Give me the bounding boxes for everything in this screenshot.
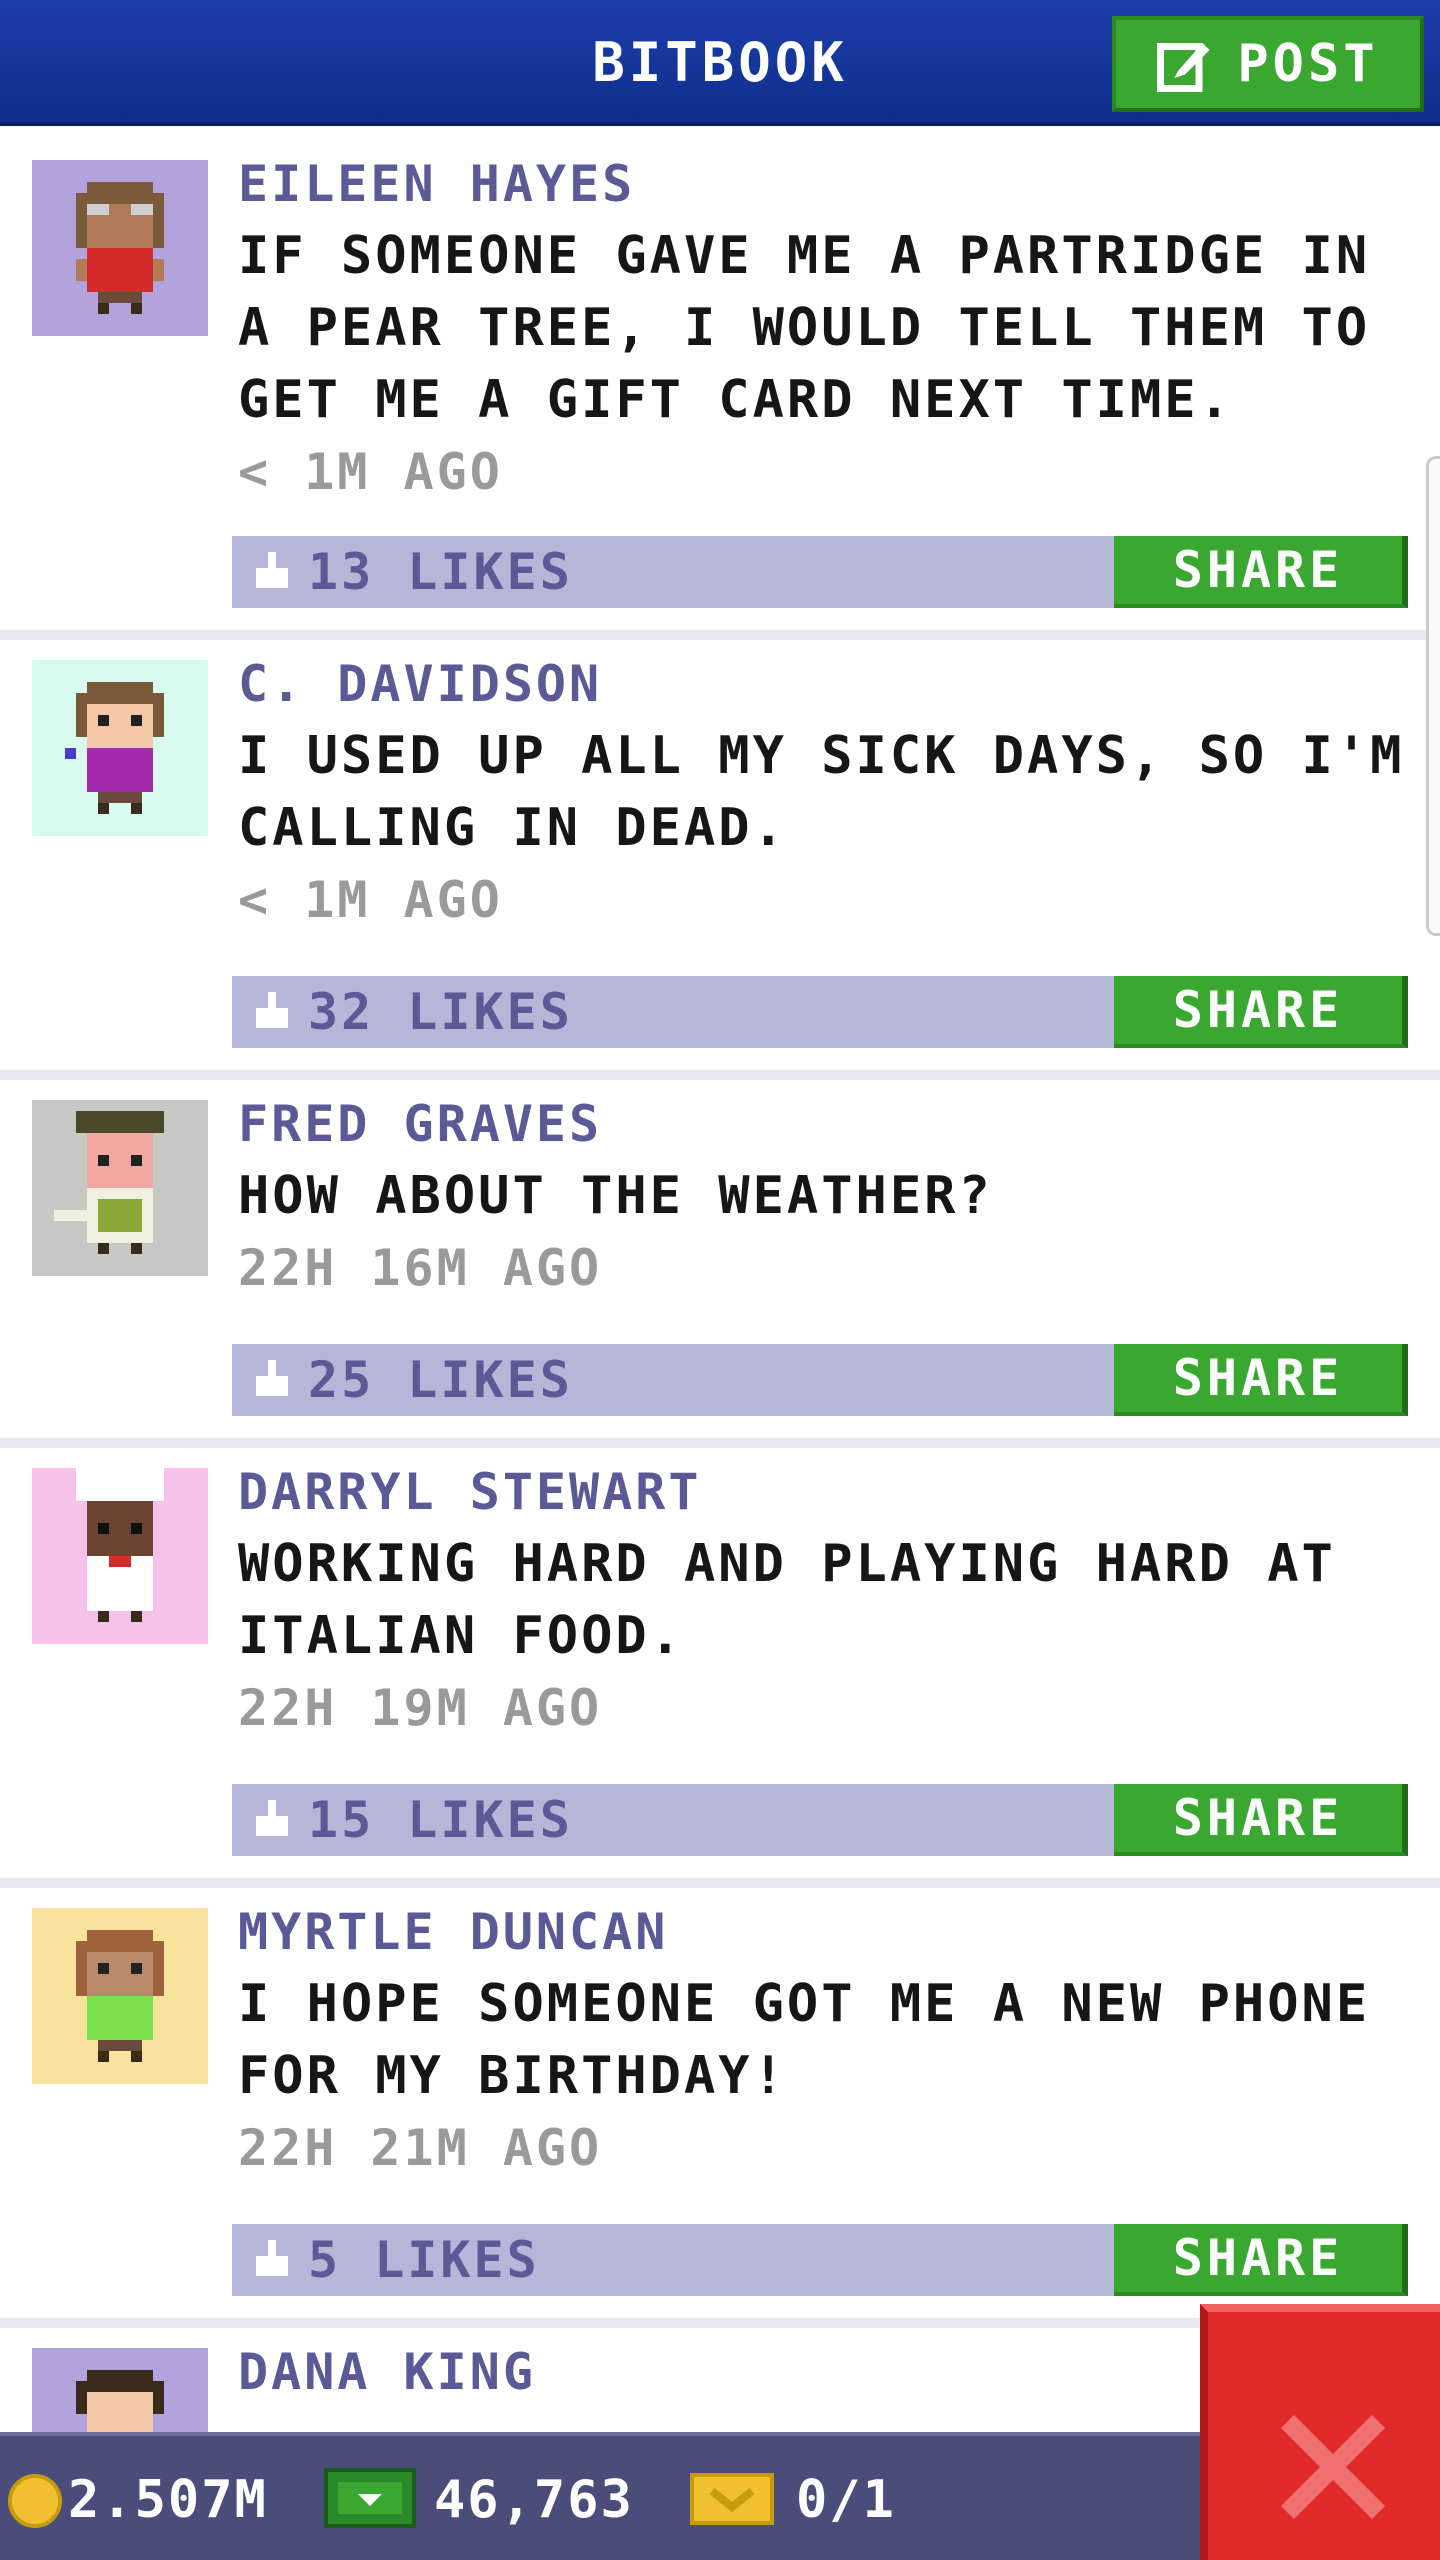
avatar: [32, 1100, 208, 1276]
like-count: 5 LIKES: [308, 2231, 540, 2289]
post-button[interactable]: POST: [1112, 16, 1424, 112]
tickets-value: 0/1: [796, 2470, 896, 2530]
post-time: < 1M AGO: [238, 871, 503, 929]
avatar: [32, 160, 208, 336]
avatar-c-davidson: [32, 660, 208, 836]
thumbs-up-icon[interactable]: [252, 552, 292, 592]
post-text: IF SOMEONE GAVE ME A PARTRIDGE IN A PEAR…: [238, 226, 1371, 430]
avatar-eileen-hayes: [32, 160, 208, 336]
avatar-fred-graves: [32, 1100, 208, 1276]
post-author[interactable]: FRED GRAVES: [238, 1088, 1416, 1160]
post-time: 22H 21M AGO: [238, 2119, 603, 2177]
coins-value: 2.507M: [68, 2470, 268, 2530]
feed-post: EILEEN HAYES IF SOMEONE GAVE ME A PARTRI…: [0, 130, 1440, 640]
share-button[interactable]: SHARE: [1114, 536, 1408, 608]
bux-icon: [324, 2468, 416, 2528]
like-bar: 15 LIKES SHARE: [232, 1784, 1408, 1856]
like-bar: 32 LIKES SHARE: [232, 976, 1408, 1048]
avatar: [32, 1468, 208, 1644]
like-count: 15 LIKES: [308, 1791, 573, 1849]
post-author[interactable]: C. DAVIDSON: [238, 648, 1416, 720]
like-count: 25 LIKES: [308, 1351, 573, 1409]
scrollbar[interactable]: [1426, 456, 1440, 936]
share-button[interactable]: SHARE: [1114, 2224, 1408, 2296]
close-icon: [1281, 2415, 1385, 2519]
feed-post: FRED GRAVES HOW ABOUT THE WEATHER? 22H 1…: [0, 1080, 1440, 1448]
post-time: 22H 19M AGO: [238, 1679, 603, 1737]
share-button[interactable]: SHARE: [1114, 976, 1408, 1048]
thumbs-up-icon[interactable]: [252, 1800, 292, 1840]
post-author[interactable]: EILEEN HAYES: [238, 148, 1416, 220]
post-time: 22H 16M AGO: [238, 1239, 603, 1297]
thumbs-up-icon[interactable]: [252, 992, 292, 1032]
compose-icon: [1157, 43, 1210, 92]
bux-value: 46,763: [434, 2470, 634, 2530]
post-text: HOW ABOUT THE WEATHER?: [238, 1166, 993, 1226]
avatar: [32, 1908, 208, 2084]
ticket-icon: [690, 2473, 774, 2525]
share-button[interactable]: SHARE: [1114, 1344, 1408, 1416]
avatar-myrtle-duncan: [32, 1908, 208, 2084]
thumbs-up-icon[interactable]: [252, 1360, 292, 1400]
post-text: WORKING HARD AND PLAYING HARD AT ITALIAN…: [238, 1534, 1336, 1666]
post-author[interactable]: MYRTLE DUNCAN: [238, 1896, 1416, 1968]
thumbs-up-icon[interactable]: [252, 2240, 292, 2280]
feed-post: MYRTLE DUNCAN I HOPE SOMEONE GOT ME A NE…: [0, 1888, 1440, 2328]
like-count: 32 LIKES: [308, 983, 573, 1041]
share-button[interactable]: SHARE: [1114, 1784, 1408, 1856]
close-button[interactable]: [1200, 2304, 1440, 2560]
feed-post: C. DAVIDSON I USED UP ALL MY SICK DAYS, …: [0, 640, 1440, 1080]
feed-post: DARRYL STEWART WORKING HARD AND PLAYING …: [0, 1448, 1440, 1888]
bitbook-feed[interactable]: EILEEN HAYES IF SOMEONE GAVE ME A PARTRI…: [0, 130, 1440, 2524]
app-header: BITBOOK POST: [0, 0, 1440, 126]
like-bar: 13 LIKES SHARE: [232, 536, 1408, 608]
post-time: < 1M AGO: [238, 443, 503, 501]
post-text: I USED UP ALL MY SICK DAYS, SO I'M CALLI…: [238, 726, 1405, 858]
post-author[interactable]: DARRYL STEWART: [238, 1456, 1416, 1528]
like-count: 13 LIKES: [308, 543, 573, 601]
avatar-darryl-stewart: [32, 1468, 208, 1644]
coin-icon: [8, 2474, 62, 2528]
like-bar: 5 LIKES SHARE: [232, 2224, 1408, 2296]
avatar: [32, 660, 208, 836]
post-button-label: POST: [1237, 34, 1379, 94]
post-text: I HOPE SOMEONE GOT ME A NEW PHONE FOR MY…: [238, 1974, 1371, 2106]
like-bar: 25 LIKES SHARE: [232, 1344, 1408, 1416]
